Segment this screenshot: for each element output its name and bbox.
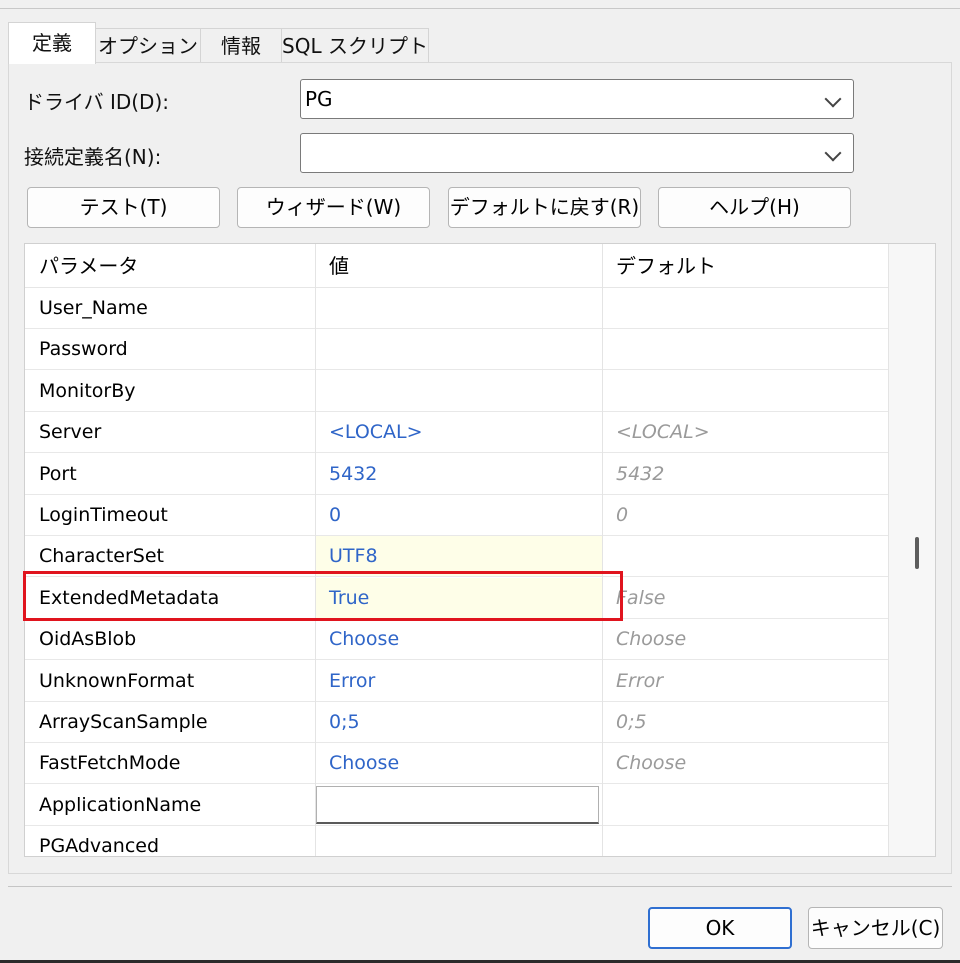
param-default-cell: 0;5: [616, 711, 647, 733]
scrollbar-thumb[interactable]: [915, 537, 919, 569]
table-row[interactable]: PGAdvanced: [25, 826, 888, 856]
vertical-scrollbar[interactable]: [889, 244, 935, 856]
param-default-cell: False: [616, 587, 666, 609]
param-value-cell[interactable]: Choose: [315, 619, 602, 659]
chevron-down-icon[interactable]: [824, 90, 842, 108]
ok-button[interactable]: OK: [648, 907, 792, 949]
reset-defaults-button[interactable]: デフォルトに戻す(R): [448, 187, 641, 228]
param-name-cell[interactable]: ArrayScanSample: [25, 702, 315, 742]
param-name-cell[interactable]: LoginTimeout: [25, 495, 315, 535]
tab-options[interactable]: オプション: [95, 28, 201, 62]
param-name-cell[interactable]: OidAsBlob: [25, 619, 315, 659]
param-value-cell[interactable]: <LOCAL>: [315, 412, 602, 452]
table-row[interactable]: ApplicationName: [25, 785, 888, 826]
param-default-cell: [602, 826, 888, 856]
param-value-cell[interactable]: Choose: [315, 743, 602, 783]
param-value-cell[interactable]: Error: [315, 661, 602, 701]
param-default-cell: Error: [616, 670, 664, 692]
param-value-cell[interactable]: [315, 826, 602, 856]
param-name-cell[interactable]: CharacterSet: [25, 536, 315, 576]
param-value-cell[interactable]: [315, 329, 602, 369]
test-button[interactable]: テスト(T): [27, 187, 220, 228]
param-name-cell[interactable]: ApplicationName: [25, 785, 315, 825]
tab-info[interactable]: 情報: [200, 28, 282, 62]
column-header-value[interactable]: 値: [315, 244, 602, 288]
param-value-cell[interactable]: UTF8: [315, 536, 602, 576]
table-row[interactable]: User_Name: [25, 288, 888, 329]
top-divider: [0, 8, 960, 9]
footer-divider: [8, 886, 952, 887]
column-header-parameter[interactable]: パラメータ: [25, 244, 315, 288]
column-divider: [315, 244, 316, 856]
param-name-cell[interactable]: User_Name: [25, 288, 315, 328]
column-header-default[interactable]: デフォルト: [602, 244, 888, 288]
param-default-cell: [602, 536, 888, 576]
param-name-cell[interactable]: FastFetchMode: [25, 743, 315, 783]
tab-sql-script[interactable]: SQL スクリプト: [281, 28, 429, 62]
param-name-cell[interactable]: UnknownFormat: [25, 661, 315, 701]
tab-definition[interactable]: 定義: [8, 22, 96, 64]
driver-id-value: PG: [305, 87, 333, 111]
table-row[interactable]: Port 5432 5432: [25, 454, 888, 495]
cancel-button[interactable]: キャンセル(C): [808, 907, 943, 949]
param-value-cell[interactable]: 0: [315, 495, 602, 535]
table-row[interactable]: MonitorBy: [25, 371, 888, 412]
connection-name-label: 接続定義名(N):: [24, 145, 162, 169]
driver-id-combo[interactable]: PG: [300, 79, 854, 119]
wizard-button[interactable]: ウィザード(W): [237, 187, 430, 228]
table-row[interactable]: FastFetchMode Choose Choose: [25, 743, 888, 784]
table-row[interactable]: Server <LOCAL> <LOCAL>: [25, 412, 888, 453]
param-name-cell[interactable]: Server: [25, 412, 315, 452]
param-value-cell[interactable]: 0;5: [315, 702, 602, 742]
table-row[interactable]: ArrayScanSample 0;5 0;5: [25, 702, 888, 743]
param-default-cell: [602, 371, 888, 411]
param-name-cell[interactable]: PGAdvanced: [25, 826, 315, 856]
param-default-cell: 0: [616, 504, 629, 526]
column-divider: [602, 244, 603, 856]
highlight-box: [23, 571, 623, 621]
table-row[interactable]: OidAsBlob Choose Choose: [25, 619, 888, 660]
param-default-cell: [602, 785, 888, 825]
parameter-grid[interactable]: パラメータ 値 デフォルト User_Name Password MonitorBy…: [24, 243, 936, 857]
table-row[interactable]: LoginTimeout 0 0: [25, 495, 888, 536]
param-default-cell: Choose: [616, 628, 687, 650]
param-default-cell: Choose: [616, 752, 687, 774]
value-editor-input[interactable]: [316, 786, 599, 824]
param-default-cell: [602, 329, 888, 369]
param-name-cell[interactable]: Password: [25, 329, 315, 369]
connection-name-combo[interactable]: [300, 133, 854, 173]
param-name-cell[interactable]: Port: [25, 454, 315, 494]
help-button[interactable]: ヘルプ(H): [658, 187, 851, 228]
table-row[interactable]: UnknownFormat Error Error: [25, 661, 888, 702]
param-default-cell: <LOCAL>: [616, 421, 710, 443]
param-name-cell[interactable]: MonitorBy: [25, 371, 315, 411]
param-value-cell[interactable]: 5432: [315, 454, 602, 494]
param-default-cell: [602, 288, 888, 328]
param-value-cell[interactable]: [315, 288, 602, 328]
driver-id-label: ドライバ ID(D):: [24, 90, 170, 114]
param-value-cell[interactable]: [315, 371, 602, 411]
table-row[interactable]: Password: [25, 329, 888, 370]
param-default-cell: 5432: [616, 463, 665, 485]
chevron-down-icon[interactable]: [824, 144, 842, 162]
